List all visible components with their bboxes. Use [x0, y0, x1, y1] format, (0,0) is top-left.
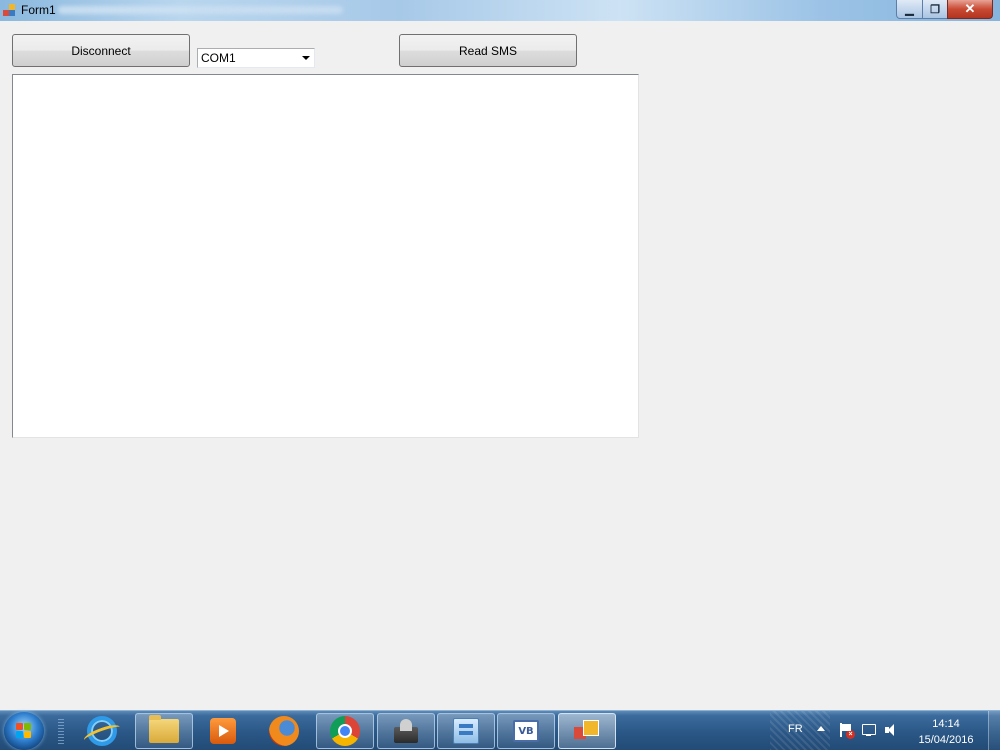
chrome-icon: [330, 716, 360, 746]
taskbar-item-network-config[interactable]: [437, 713, 495, 749]
com-port-value: COM1: [201, 51, 236, 65]
minimize-icon: ▁: [905, 3, 914, 16]
maximize-button[interactable]: ❐: [922, 0, 948, 19]
close-icon: ✕: [964, 1, 976, 16]
action-center-flag-icon[interactable]: ×: [838, 722, 855, 739]
taskbar-item-setup[interactable]: [377, 713, 435, 749]
start-button[interactable]: [4, 712, 44, 750]
sms-output-textbox[interactable]: [12, 74, 639, 438]
taskbar-item-windows-explorer[interactable]: [135, 713, 193, 749]
disconnect-button[interactable]: Disconnect: [12, 34, 190, 67]
taskbar-item-form-app[interactable]: [558, 713, 616, 749]
taskbar-item-internet-explorer[interactable]: [73, 713, 131, 749]
title-blurred-caption: [58, 6, 343, 14]
windows-explorer-icon: [149, 715, 179, 743]
com-port-select[interactable]: COM1: [197, 48, 315, 68]
show-hidden-icons-icon[interactable]: [817, 726, 825, 731]
internet-explorer-icon: [87, 716, 117, 746]
form-app-icon: [574, 719, 600, 743]
window-titlebar[interactable]: Form1 ▁ ❐ ✕: [0, 0, 1000, 21]
windows-logo-icon: [16, 723, 32, 739]
language-indicator[interactable]: FR: [788, 723, 803, 735]
taskbar-item-media-player[interactable]: [194, 713, 252, 749]
taskbar-item-chrome[interactable]: [316, 713, 374, 749]
read-sms-button[interactable]: Read SMS: [399, 34, 577, 67]
clock-time: 14:14: [932, 718, 960, 730]
taskbar-item-firefox[interactable]: [255, 713, 313, 749]
taskbar: VB FR × 14:14 15/04/2016: [0, 710, 1000, 750]
close-button[interactable]: ✕: [947, 0, 993, 19]
minimize-button[interactable]: ▁: [896, 0, 923, 19]
network-icon[interactable]: [861, 722, 877, 738]
clock-date: 15/04/2016: [918, 734, 974, 746]
firefox-icon: [269, 716, 299, 746]
dropdown-arrow-icon[interactable]: [298, 49, 314, 67]
restore-icon: ❐: [930, 3, 940, 16]
volume-icon[interactable]: [884, 722, 900, 738]
media-player-icon: [210, 718, 236, 744]
visual-basic-icon: VB: [513, 720, 539, 742]
show-desktop-button[interactable]: [988, 711, 1000, 750]
network-config-icon: [453, 718, 479, 744]
taskbar-grip: [58, 719, 64, 744]
taskbar-item-visual-basic[interactable]: VB: [497, 713, 555, 749]
window-title: Form1: [21, 3, 56, 17]
form-app-small-icon: [3, 4, 16, 17]
system-clock[interactable]: 14:14 15/04/2016: [912, 716, 980, 748]
setup-icon: [392, 717, 420, 745]
